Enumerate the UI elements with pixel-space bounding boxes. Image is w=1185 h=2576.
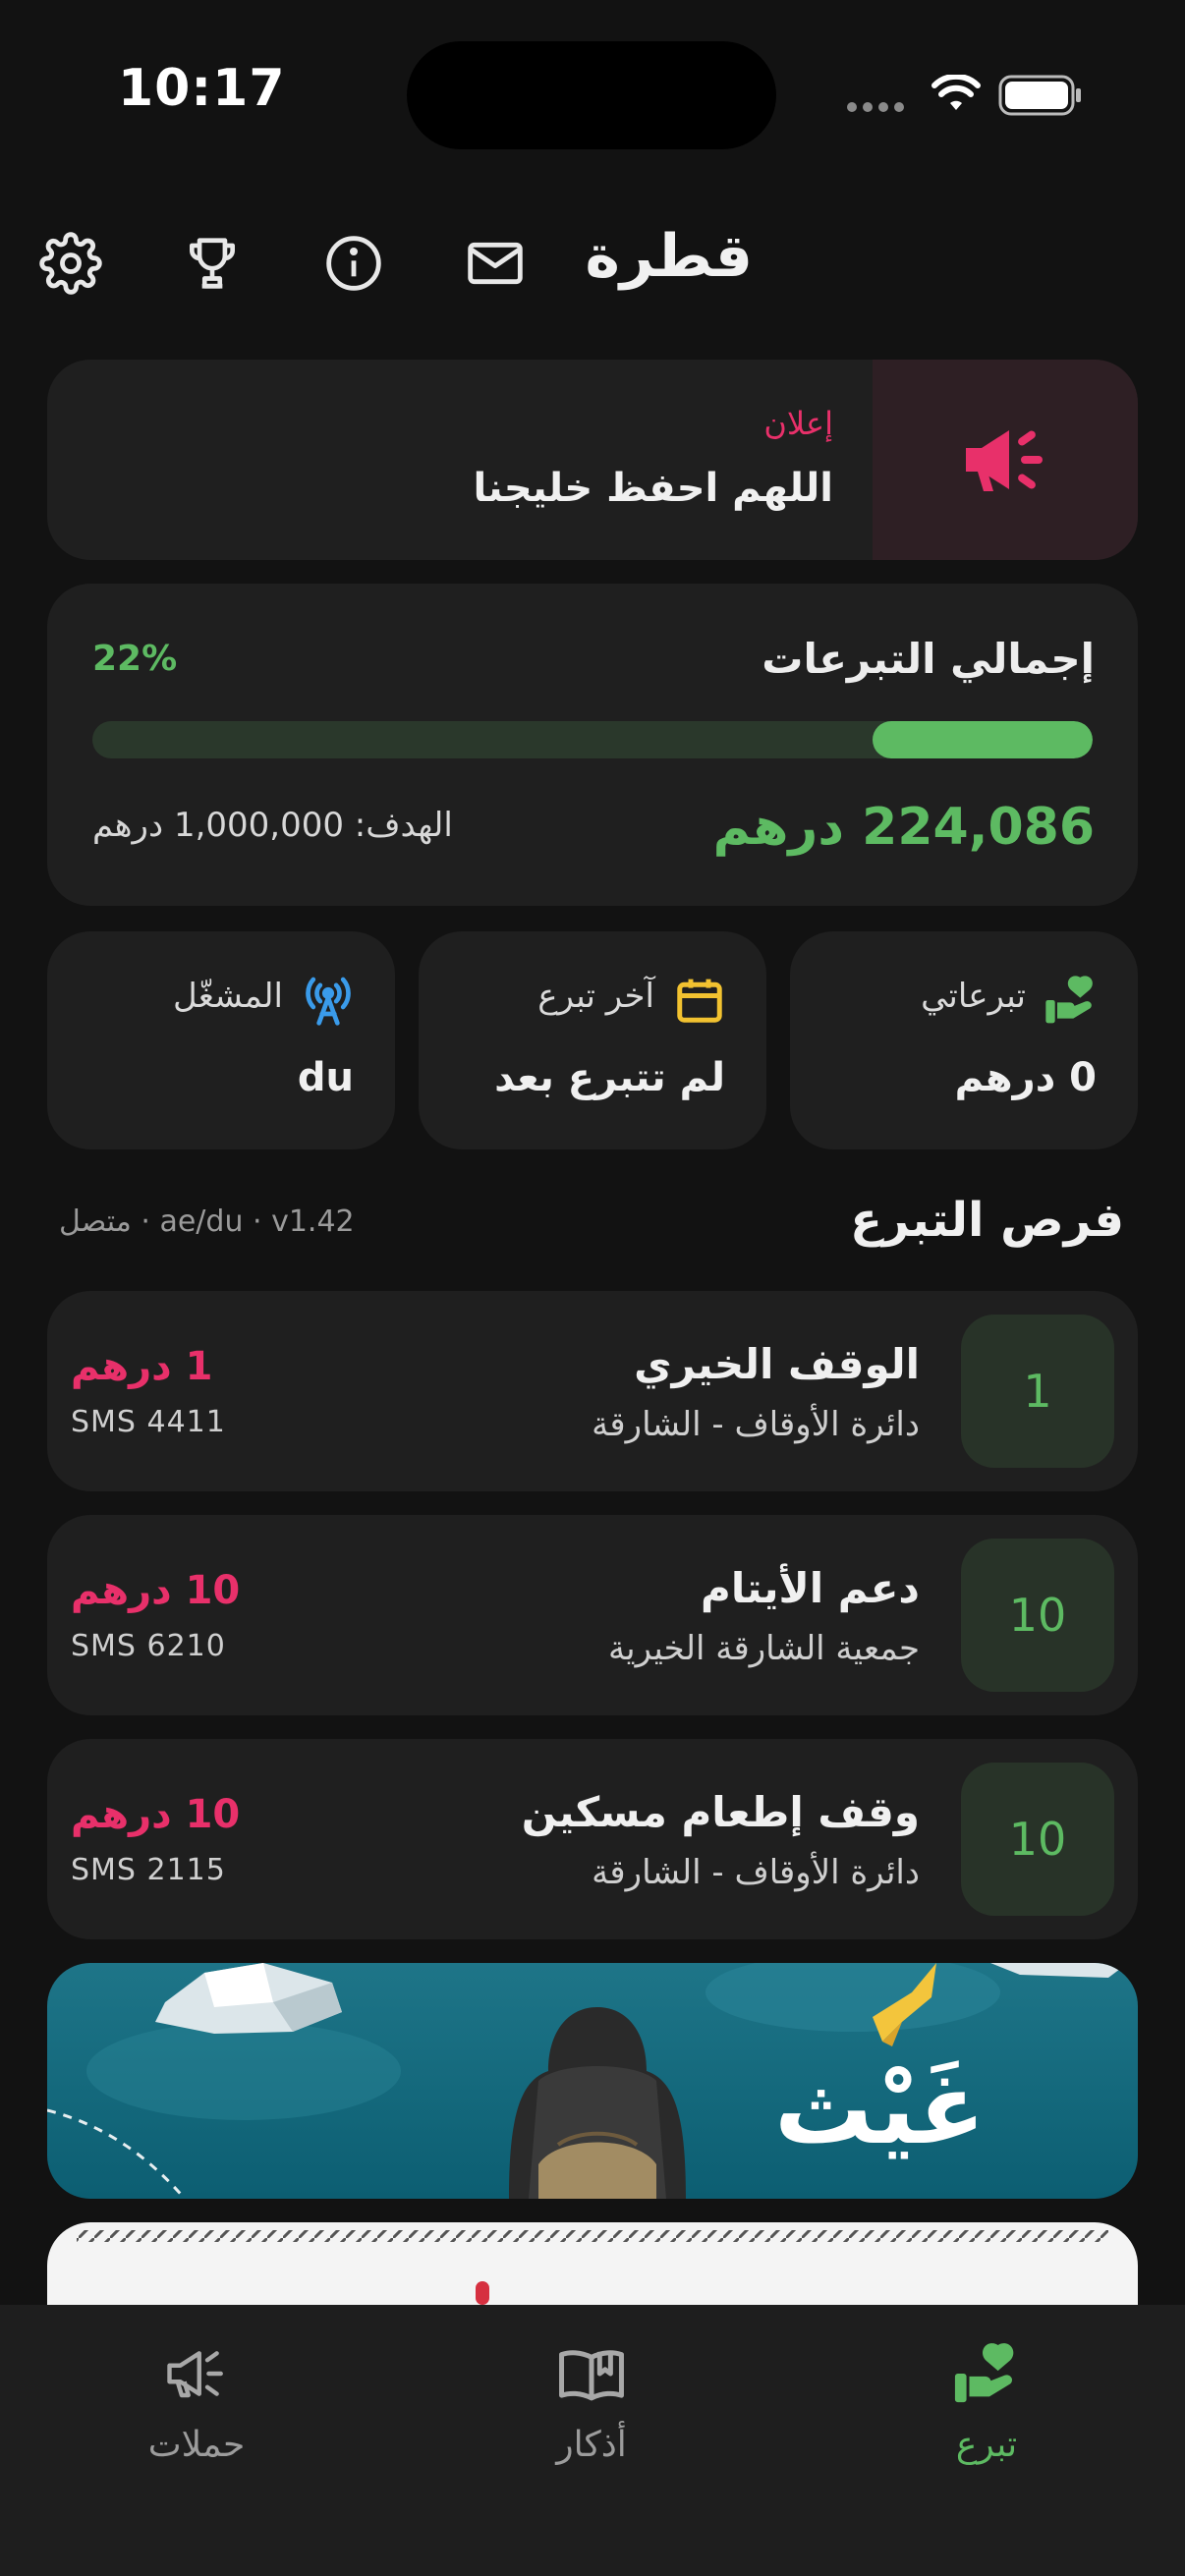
announcement-text: اللهم احفظ خليجنا [473, 466, 833, 511]
zigzag-border [77, 2230, 1108, 2242]
gear-icon[interactable] [35, 228, 106, 299]
stat-label: آخر تبرع [537, 977, 654, 1016]
opportunity-org: دائرة الأوقاف - الشارقة [592, 1405, 920, 1444]
signal-icon [847, 102, 904, 112]
megaphone-icon [157, 2334, 236, 2413]
opportunity-org: جمعية الشارقة الخيرية [607, 1629, 920, 1668]
total-amount: 224,086 درهم [712, 798, 1095, 857]
progress-fill [873, 721, 1093, 758]
stat-value: 0 درهم [954, 1055, 1097, 1100]
sms-code: SMS 4411 [71, 1405, 226, 1439]
stat-label: تبرعاتي [921, 977, 1026, 1016]
progress-bar [92, 721, 1093, 758]
goal-text: الهدف: 1,000,000 درهم [92, 806, 453, 845]
banner-title: غَيْث [774, 2051, 986, 2166]
opportunity-price: 10 درهم [71, 1792, 241, 1837]
stat-value: du [297, 1055, 354, 1100]
battery-icon [998, 75, 1081, 116]
tab-label: تبرع [955, 2425, 1018, 2465]
connection-status: متصل · ae/du · v1.42 [59, 1204, 355, 1239]
opportunity-title: وقف إطعام مسكين [521, 1788, 920, 1836]
tab-donate[interactable]: تبرع [839, 2334, 1134, 2482]
amount-badge: 10 [961, 1539, 1114, 1692]
amount-badge: 10 [961, 1763, 1114, 1916]
calendar-icon [672, 973, 727, 1028]
sms-code: SMS 2115 [71, 1853, 226, 1887]
opportunity-price: 10 درهم [71, 1568, 241, 1613]
stat-value: لم تتبرع بعد [494, 1055, 725, 1100]
opportunity-item[interactable]: 10 وقف إطعام مسكين دائرة الأوقاف - الشار… [47, 1739, 1138, 1939]
opportunity-item[interactable]: 1 الوقف الخيري دائرة الأوقاف - الشارقة 1… [47, 1291, 1138, 1491]
opportunity-org: دائرة الأوقاف - الشارقة [592, 1853, 920, 1892]
campaign-banner[interactable]: غَيْث [47, 1963, 1138, 2199]
section-title: فرص التبرع [850, 1193, 1124, 1248]
announcement-label: إعلان [763, 405, 833, 442]
app-title: قطرة [585, 222, 753, 291]
opportunity-title: الوقف الخيري [634, 1340, 920, 1388]
total-donations-card: إجمالي التبرعات 22% 224,086 درهم الهدف: … [47, 584, 1138, 906]
progress-percent: 22% [92, 639, 178, 679]
donate-hand-icon [1044, 973, 1099, 1028]
sms-code: SMS 6210 [71, 1629, 226, 1663]
opportunity-price: 1 درهم [71, 1344, 213, 1389]
trophy-icon[interactable] [177, 228, 248, 299]
tab-campaigns[interactable]: حملات [49, 2334, 344, 2482]
mail-icon[interactable] [460, 228, 531, 299]
announcement-card[interactable]: إعلان اللهم احفظ خليجنا [47, 360, 1138, 560]
tab-bar: تبرع أذكار حملات [0, 2305, 1185, 2576]
opportunity-title: دعم الأيتام [701, 1564, 920, 1612]
dynamic-island [407, 41, 776, 149]
tab-label: حملات [147, 2425, 246, 2465]
operator-card[interactable]: المشغّل du [47, 931, 395, 1149]
megaphone-icon [873, 360, 1138, 560]
book-icon [552, 2334, 631, 2413]
my-donations-card[interactable]: تبرعاتي 0 درهم [790, 931, 1138, 1149]
opportunity-item[interactable]: 10 دعم الأيتام جمعية الشارقة الخيرية 10 … [47, 1515, 1138, 1715]
last-donation-card[interactable]: آخر تبرع لم تتبرع بعد [419, 931, 766, 1149]
tab-label: أذكار [556, 2425, 627, 2465]
peek-mark [476, 2281, 489, 2305]
tab-adhkar[interactable]: أذكار [444, 2334, 739, 2482]
stat-label: المشغّل [173, 977, 283, 1016]
donate-hand-icon [947, 2334, 1026, 2413]
antenna-icon [301, 973, 356, 1028]
total-title: إجمالي التبرعات [762, 635, 1095, 683]
amount-badge: 1 [961, 1315, 1114, 1468]
info-icon[interactable] [318, 228, 389, 299]
status-time: 10:17 [118, 59, 286, 118]
wifi-icon [931, 75, 981, 110]
